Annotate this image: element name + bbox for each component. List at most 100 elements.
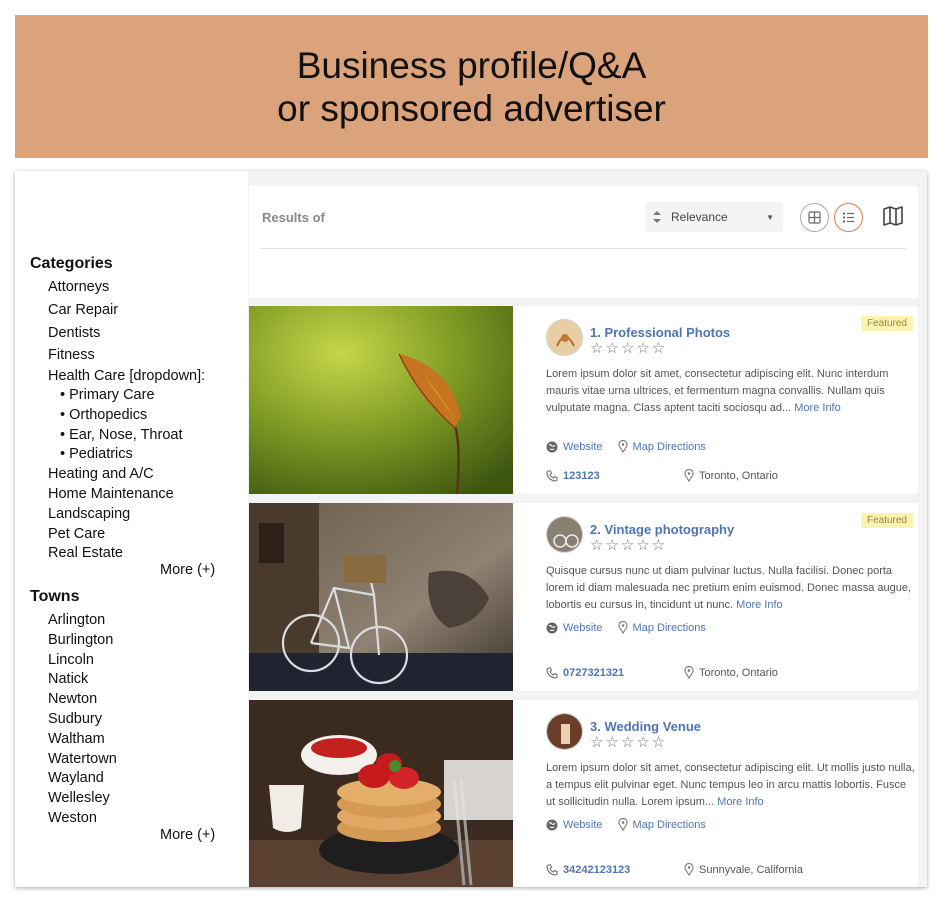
sidebar-subitem-primary-care[interactable]: • Primary Care bbox=[60, 387, 155, 403]
location-text: Toronto, Ontario bbox=[699, 469, 778, 482]
sidebar-town-wellesley[interactable]: Wellesley bbox=[48, 790, 110, 806]
location-pin-icon bbox=[684, 469, 694, 482]
sidebar-item-car-repair[interactable]: Car Repair bbox=[48, 302, 118, 318]
listing-title[interactable]: 3. Wedding Venue bbox=[590, 719, 701, 734]
phone-number: 34242123123 bbox=[563, 863, 631, 876]
phone-link[interactable]: 123123 bbox=[546, 470, 684, 482]
sidebar-item-real-estate[interactable]: Real Estate bbox=[48, 545, 123, 561]
listing-card: 1. Professional Photos ☆☆☆☆☆ Featured Lo… bbox=[249, 306, 918, 494]
map-icon[interactable] bbox=[881, 204, 905, 228]
listing-links: Website Map Directions bbox=[546, 818, 721, 831]
sidebar-item-pet-care[interactable]: Pet Care bbox=[48, 526, 105, 542]
map-pin-icon bbox=[618, 440, 628, 453]
phone-link[interactable]: 0727321321 bbox=[546, 667, 684, 679]
website-label: Website bbox=[563, 440, 603, 453]
location-pin-icon bbox=[684, 666, 694, 679]
phone-icon bbox=[546, 470, 558, 482]
featured-badge: Featured bbox=[860, 316, 913, 331]
phone-icon bbox=[546, 864, 558, 876]
sidebar-town-wayland[interactable]: Wayland bbox=[48, 770, 104, 786]
listing-location: Toronto, Ontario bbox=[684, 469, 778, 482]
globe-icon bbox=[546, 441, 558, 452]
header-banner: Business profile/Q&A or sponsored advert… bbox=[15, 15, 928, 158]
sidebar-town-newton[interactable]: Newton bbox=[48, 691, 97, 707]
website-link[interactable]: Website bbox=[546, 441, 603, 453]
map-directions-label: Map Directions bbox=[632, 440, 706, 453]
listing-description: Lorem ipsum dolor sit amet, consectetur … bbox=[546, 760, 916, 811]
sidebar: Categories Attorneys Car Repair Dentists… bbox=[15, 171, 248, 887]
listing-image-leaf[interactable] bbox=[249, 306, 513, 494]
sidebar-item-health-care[interactable]: Health Care [dropdown]: bbox=[48, 368, 205, 384]
towns-more-link[interactable]: More (+) bbox=[160, 827, 215, 843]
banner-title-line1: Business profile/Q&A bbox=[296, 44, 647, 86]
sidebar-town-burlington[interactable]: Burlington bbox=[48, 632, 113, 648]
more-info-link[interactable]: More Info bbox=[717, 796, 763, 808]
rating-stars[interactable]: ☆☆☆☆☆ bbox=[590, 339, 667, 357]
more-info-link[interactable]: More Info bbox=[736, 599, 782, 611]
listing-card: 3. Wedding Venue ☆☆☆☆☆ Lorem ipsum dolor… bbox=[249, 700, 918, 887]
sidebar-town-arlington[interactable]: Arlington bbox=[48, 612, 105, 628]
grid-view-icon bbox=[808, 211, 821, 224]
sidebar-item-heating[interactable]: Heating and A/C bbox=[48, 466, 154, 482]
listing-description: Quisque cursus nunc ut diam pulvinar luc… bbox=[546, 563, 916, 614]
more-info-link[interactable]: More Info bbox=[794, 402, 840, 414]
listing-title[interactable]: 2. Vintage photography bbox=[590, 522, 734, 537]
sort-dropdown[interactable]: Relevance ▼ bbox=[645, 202, 783, 232]
toolbar-divider bbox=[261, 248, 906, 249]
sidebar-town-sudbury[interactable]: Sudbury bbox=[48, 711, 102, 727]
sidebar-item-landscaping[interactable]: Landscaping bbox=[48, 506, 130, 522]
sidebar-subitem-orthopedics[interactable]: • Orthopedics bbox=[60, 407, 147, 423]
rating-stars[interactable]: ☆☆☆☆☆ bbox=[590, 536, 667, 554]
results-label: Results of bbox=[262, 210, 325, 225]
globe-icon bbox=[546, 819, 558, 830]
map-directions-link[interactable]: Map Directions bbox=[618, 440, 706, 453]
sidebar-item-dentists[interactable]: Dentists bbox=[48, 325, 100, 341]
listing-avatar bbox=[546, 713, 583, 750]
listing-contact: 0727321321 Toronto, Ontario bbox=[546, 666, 778, 679]
map-directions-link[interactable]: Map Directions bbox=[618, 621, 706, 634]
sidebar-town-watertown[interactable]: Watertown bbox=[48, 751, 117, 767]
sidebar-item-fitness[interactable]: Fitness bbox=[48, 347, 95, 363]
sort-value: Relevance bbox=[671, 210, 728, 224]
sidebar-item-home-maintenance[interactable]: Home Maintenance bbox=[48, 486, 174, 502]
list-view-icon bbox=[843, 212, 854, 223]
sidebar-subitem-ent[interactable]: • Ear, Nose, Throat bbox=[60, 427, 182, 443]
list-view-button[interactable] bbox=[834, 203, 863, 232]
sidebar-subitem-pediatrics[interactable]: • Pediatrics bbox=[60, 446, 133, 462]
sidebar-town-waltham[interactable]: Waltham bbox=[48, 731, 105, 747]
grid-view-button[interactable] bbox=[800, 203, 829, 232]
chevron-down-icon: ▼ bbox=[766, 212, 774, 222]
results-toolbar: Results of Relevance ▼ bbox=[249, 186, 918, 298]
phone-number: 0727321321 bbox=[563, 666, 625, 679]
sidebar-town-weston[interactable]: Weston bbox=[48, 810, 97, 826]
map-directions-link[interactable]: Map Directions bbox=[618, 818, 706, 831]
website-link[interactable]: Website bbox=[546, 622, 603, 634]
categories-heading: Categories bbox=[30, 255, 113, 272]
phone-number: 123123 bbox=[563, 469, 600, 482]
rating-stars[interactable]: ☆☆☆☆☆ bbox=[590, 733, 667, 751]
listing-image-bicycle[interactable] bbox=[249, 503, 513, 691]
map-directions-label: Map Directions bbox=[632, 621, 706, 634]
phone-icon bbox=[546, 667, 558, 679]
listing-contact: 123123 Toronto, Ontario bbox=[546, 469, 778, 482]
sidebar-town-natick[interactable]: Natick bbox=[48, 671, 88, 687]
listing-location: Sunnyvale, California bbox=[684, 863, 803, 876]
location-text: Sunnyvale, California bbox=[699, 863, 803, 876]
listing-description: Lorem ipsum dolor sit amet, consectetur … bbox=[546, 366, 916, 417]
sidebar-item-attorneys[interactable]: Attorneys bbox=[48, 279, 109, 295]
directory-page: Categories Attorneys Car Repair Dentists… bbox=[15, 171, 927, 887]
listing-title[interactable]: 1. Professional Photos bbox=[590, 325, 730, 340]
map-pin-icon bbox=[618, 621, 628, 634]
map-directions-label: Map Directions bbox=[632, 818, 706, 831]
listing-links: Website Map Directions bbox=[546, 440, 721, 453]
website-label: Website bbox=[563, 621, 603, 634]
location-pin-icon bbox=[684, 863, 694, 876]
towns-heading: Towns bbox=[30, 588, 80, 605]
phone-link[interactable]: 34242123123 bbox=[546, 864, 684, 876]
sort-arrows-icon bbox=[653, 211, 661, 223]
sidebar-town-lincoln[interactable]: Lincoln bbox=[48, 652, 94, 668]
categories-more-link[interactable]: More (+) bbox=[160, 562, 215, 578]
listing-image-pancakes[interactable] bbox=[249, 700, 513, 887]
website-link[interactable]: Website bbox=[546, 819, 603, 831]
globe-icon bbox=[546, 622, 558, 633]
